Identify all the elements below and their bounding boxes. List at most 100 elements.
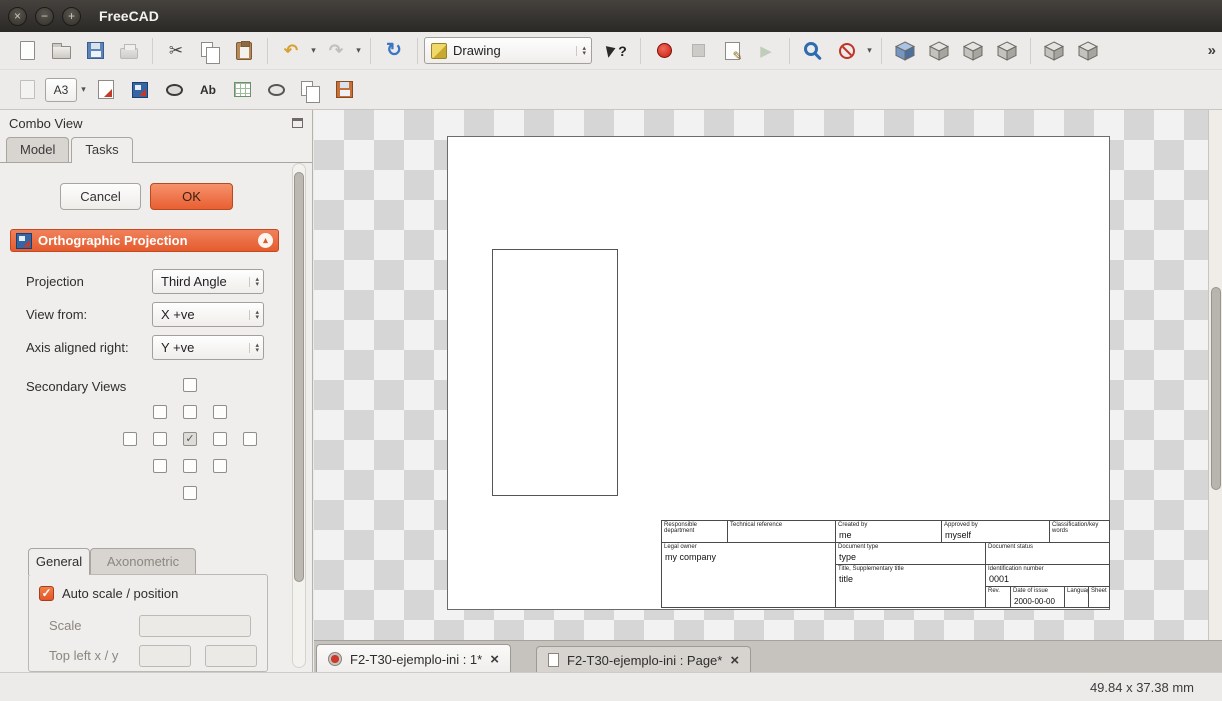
zoom-selection-button[interactable] xyxy=(796,36,830,66)
close-tab-icon[interactable]: × xyxy=(490,651,499,668)
paste-button[interactable] xyxy=(227,36,261,66)
spreadsheet-view-button[interactable] xyxy=(225,75,259,105)
titleblock-created-by: Created by me xyxy=(836,521,942,543)
page-format-button[interactable]: A3 xyxy=(44,75,78,105)
draw-style-icon xyxy=(839,42,855,59)
projection-select[interactable]: Third Angle ▴ ▾ xyxy=(152,269,264,294)
undo-button[interactable]: ↶ xyxy=(274,36,308,66)
projection-value: Third Angle xyxy=(161,274,227,289)
titleblock-rev: Rev. xyxy=(986,587,1011,607)
secondary-view-checkbox[interactable] xyxy=(153,432,167,446)
macro-play-button: ▶ xyxy=(749,36,783,66)
auto-scale-label: Auto scale / position xyxy=(62,586,179,601)
copy-button[interactable] xyxy=(193,36,227,66)
titleblock-date-of-issue: Date of issue 2000-00-00 xyxy=(1011,587,1065,607)
panel-scrollbar-thumb[interactable] xyxy=(294,172,304,582)
projection-view-rect[interactable] xyxy=(492,249,618,496)
macro-stop-button xyxy=(681,36,715,66)
scale-input xyxy=(139,615,251,637)
macro-edit-button[interactable]: ✎ xyxy=(715,36,749,66)
secondary-view-checkbox[interactable] xyxy=(153,459,167,473)
minimize-window-button[interactable]: − xyxy=(35,6,54,26)
tab-general[interactable]: General xyxy=(28,548,90,575)
secondary-view-checkbox[interactable] xyxy=(183,486,197,500)
panel-scrollbar[interactable] xyxy=(292,163,306,668)
tab-axonometric[interactable]: Axonometric xyxy=(90,548,196,575)
drawing-workbench-icon xyxy=(431,42,447,59)
toolbar-overflow-chevron[interactable]: » xyxy=(1208,42,1216,59)
view-from-label: View from: xyxy=(26,307,88,322)
clip-group-button[interactable] xyxy=(157,75,191,105)
view-front-button[interactable] xyxy=(922,36,956,66)
view-top-button[interactable] xyxy=(956,36,990,66)
tab-model[interactable]: Model xyxy=(6,137,70,162)
cancel-button[interactable]: Cancel xyxy=(60,183,141,210)
view-rear-button[interactable] xyxy=(1037,36,1071,66)
task-panel: Cancel OK Orthographic Projection ▴ Proj… xyxy=(0,163,292,672)
ortho-views-button[interactable] xyxy=(123,75,157,105)
document-tab-3d[interactable]: F2-T30-ejemplo-ini : 1* × xyxy=(316,644,511,673)
titleblock-document-status: Document status xyxy=(986,543,1109,565)
cursor-dimensions: 49.84 x 37.38 mm xyxy=(1089,679,1194,695)
secondary-view-checkbox[interactable] xyxy=(153,405,167,419)
toolbar-separator xyxy=(370,37,371,64)
draft-view-button[interactable] xyxy=(259,75,293,105)
draw-style-button[interactable] xyxy=(830,36,864,66)
secondary-view-checkbox[interactable] xyxy=(213,432,227,446)
ok-button[interactable]: OK xyxy=(150,183,233,210)
close-window-button[interactable]: × xyxy=(8,6,27,26)
toolbar-separator xyxy=(640,37,641,64)
whats-this-button[interactable]: ? xyxy=(600,36,634,66)
undo-dropdown-arrow[interactable]: ▾ xyxy=(308,45,319,56)
window-title: FreeCAD xyxy=(99,8,159,24)
canvas-vertical-scrollbar[interactable] xyxy=(1208,110,1222,640)
save-document-button[interactable] xyxy=(78,36,112,66)
secondary-view-checkbox[interactable] xyxy=(183,378,197,392)
page-format-a3-label: A3 xyxy=(45,77,77,102)
refresh-button[interactable]: ↻ xyxy=(377,36,411,66)
axis-aligned-select[interactable]: Y +ve ▴ ▾ xyxy=(152,335,264,360)
new-document-button[interactable] xyxy=(10,36,44,66)
secondary-view-checkbox[interactable] xyxy=(183,459,197,473)
close-tab-icon[interactable]: × xyxy=(730,652,739,669)
secondary-view-checkbox[interactable] xyxy=(213,459,227,473)
scale-label: Scale xyxy=(49,618,82,633)
secondary-view-checkbox[interactable] xyxy=(183,405,197,419)
right-cube-icon xyxy=(996,40,1018,61)
view-from-select[interactable]: X +ve ▴ ▾ xyxy=(152,302,264,327)
redo-icon: ↷ xyxy=(328,40,344,60)
drawing-viewport[interactable]: Responsible department Technical referen… xyxy=(314,110,1222,640)
symbol-button[interactable] xyxy=(293,75,327,105)
axis-aligned-value: Y +ve xyxy=(161,340,195,355)
workbench-selector[interactable]: Drawing ▴ ▾ xyxy=(424,37,592,64)
annotation-button[interactable]: Ab xyxy=(191,75,225,105)
insert-view-button[interactable] xyxy=(89,75,123,105)
titleblock-sheet: Sheet xyxy=(1091,588,1107,594)
draw-style-dropdown-arrow[interactable]: ▾ xyxy=(864,45,875,56)
collapse-icon[interactable]: ▴ xyxy=(258,233,273,248)
cursor-arrow-icon xyxy=(606,43,618,58)
document-tab-label: F2-T30-ejemplo-ini : 1* xyxy=(350,651,483,667)
cut-button[interactable]: ✂ xyxy=(159,36,193,66)
redo-dropdown-arrow[interactable]: ▾ xyxy=(353,45,364,56)
spreadsheet-icon xyxy=(233,82,251,97)
macro-record-button[interactable] xyxy=(647,36,681,66)
view-axonometric-button[interactable] xyxy=(888,36,922,66)
annotation-icon: Ab xyxy=(200,82,216,97)
auto-scale-checkbox[interactable]: ✓ xyxy=(39,586,54,601)
document-tab-page[interactable]: F2-T30-ejemplo-ini : Page* × xyxy=(536,646,752,673)
open-document-button[interactable] xyxy=(44,36,78,66)
export-page-button[interactable] xyxy=(327,75,361,105)
canvas-scrollbar-thumb[interactable] xyxy=(1211,287,1221,490)
refresh-icon: ↻ xyxy=(386,40,402,61)
secondary-view-checkbox[interactable] xyxy=(123,432,137,446)
maximize-window-button[interactable]: + xyxy=(62,6,81,26)
secondary-view-checkbox[interactable] xyxy=(213,405,227,419)
tab-tasks[interactable]: Tasks xyxy=(71,137,133,163)
view-right-button[interactable] xyxy=(990,36,1024,66)
detach-panel-icon[interactable] xyxy=(292,118,303,128)
secondary-view-checkbox[interactable] xyxy=(243,432,257,446)
front-cube-icon xyxy=(928,40,950,61)
page-format-dropdown-arrow[interactable]: ▾ xyxy=(78,84,89,95)
view-bottom-button[interactable] xyxy=(1071,36,1105,66)
